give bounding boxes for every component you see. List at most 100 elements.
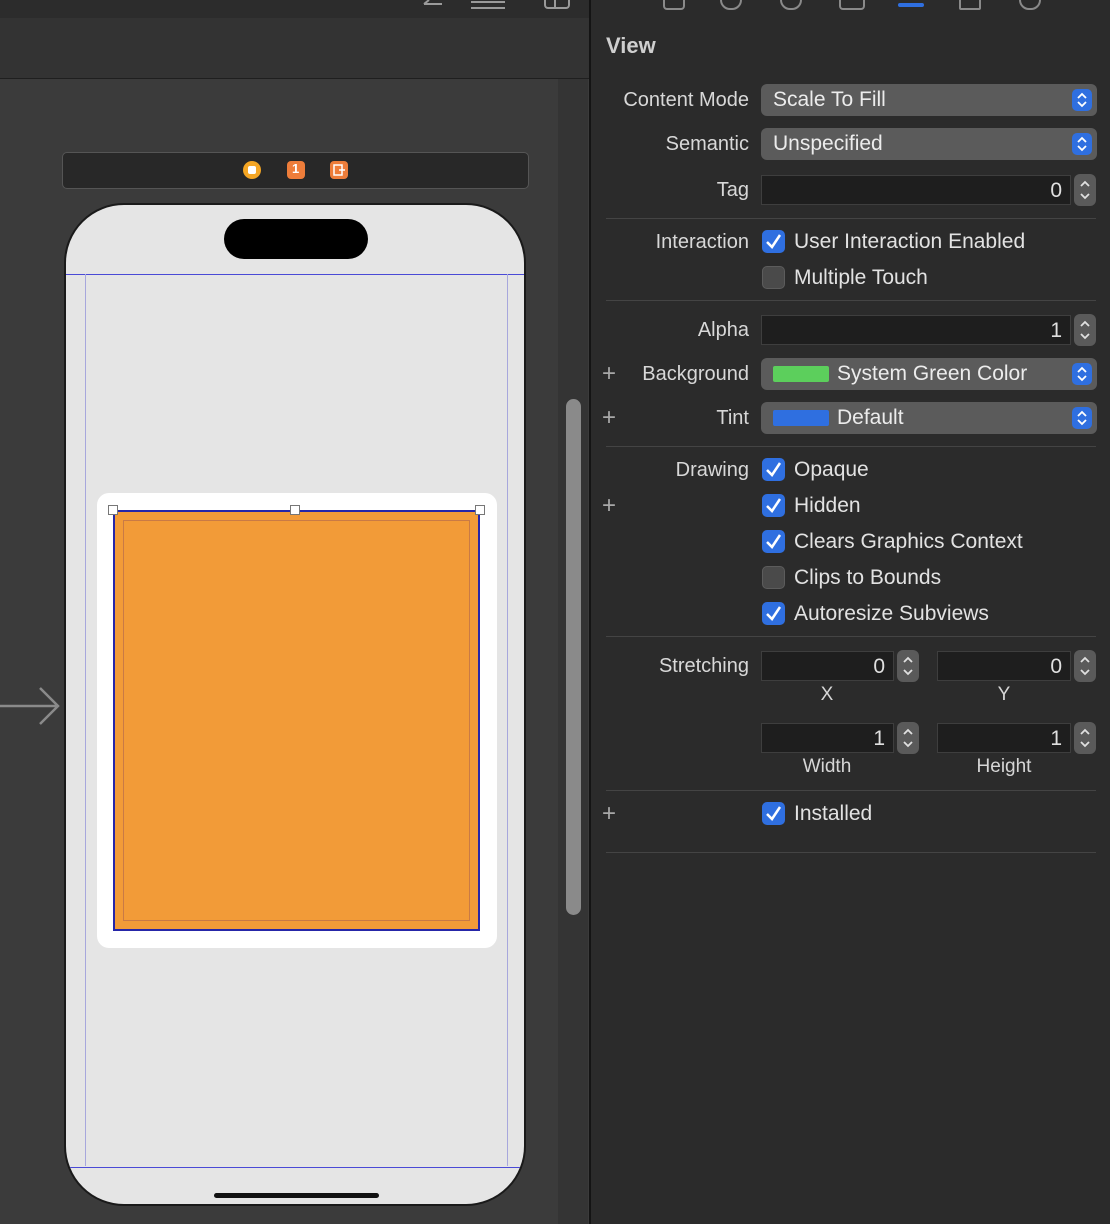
stretching-height-field[interactable]: 1 [937, 723, 1071, 753]
divider [606, 790, 1096, 791]
trailing-margin-guide [507, 274, 508, 1166]
chevron-updown-icon [1072, 363, 1092, 385]
tint-color-popup[interactable]: Default [761, 402, 1097, 434]
divider [606, 446, 1096, 447]
semantic-label: Semantic [665, 133, 749, 155]
canvas-header-bar [0, 18, 589, 79]
stretching-x-field[interactable]: 0 [761, 651, 894, 681]
alpha-label: Alpha [697, 319, 749, 341]
tint-color-swatch [773, 410, 829, 426]
tag-field[interactable]: 0 [761, 175, 1071, 205]
stretching-x-caption: X [820, 684, 834, 705]
clips-to-bounds-checkbox[interactable] [762, 566, 785, 589]
drawing-label: Drawing [675, 459, 749, 481]
background-color-swatch [773, 366, 829, 382]
attributes-icon[interactable] [898, 3, 924, 7]
panel-icon[interactable] [543, 0, 571, 14]
section-title: View [606, 33, 656, 58]
scrollbar-thumb[interactable] [566, 399, 581, 915]
stretching-y-field[interactable]: 0 [937, 651, 1071, 681]
resize-handle-top[interactable] [290, 505, 300, 515]
clears-graphics-context-checkbox[interactable] [762, 530, 785, 553]
iphone-scene[interactable] [64, 203, 526, 1206]
divider [606, 300, 1096, 301]
stretching-width-value: 1 [873, 727, 885, 750]
stretching-x-value: 0 [873, 655, 885, 678]
stretching-x-stepper[interactable] [897, 650, 919, 682]
content-mode-popup[interactable]: Scale To Fill [761, 84, 1097, 116]
chevron-updown-icon [1072, 407, 1092, 429]
alpha-field[interactable]: 1 [761, 315, 1071, 345]
background-color-popup[interactable]: System Green Color [761, 358, 1097, 390]
stretching-height-caption: Height [976, 756, 1032, 777]
storyboard-canvas[interactable]: 1 [0, 0, 589, 1224]
exit-icon[interactable] [330, 161, 348, 179]
alpha-value: 1 [1050, 319, 1062, 342]
background-color-value: System Green Color [837, 362, 1028, 385]
user-interaction-label: User Interaction Enabled [794, 230, 1026, 253]
interaction-label: Interaction [655, 231, 749, 253]
identity-icon[interactable] [839, 0, 865, 10]
file-icon[interactable] [663, 0, 685, 10]
divider [606, 852, 1096, 853]
inspector-tab-bar [591, 0, 1110, 14]
stretching-label: Stretching [658, 655, 749, 677]
resize-handle-top-right[interactable] [475, 505, 485, 515]
hidden-label: Hidden [794, 494, 861, 517]
clips-to-bounds-label: Clips to Bounds [794, 566, 942, 589]
size-icon[interactable] [959, 0, 981, 10]
opaque-label: Opaque [794, 458, 869, 481]
stretching-y-caption: Y [997, 684, 1011, 705]
stretching-width-stepper[interactable] [897, 722, 919, 754]
tint-color-value: Default [837, 406, 904, 429]
back-arrow-icon[interactable] [420, 0, 446, 14]
tag-value: 0 [1050, 179, 1062, 202]
lines-icon[interactable] [470, 0, 506, 14]
stretching-height-stepper[interactable] [1074, 722, 1096, 754]
selected-orange-view[interactable] [113, 510, 480, 931]
attributes-inspector: View Content Mode Scale To Fill Semantic… [589, 0, 1110, 1224]
chevron-updown-icon [1072, 89, 1092, 111]
tag-label: Tag [716, 179, 749, 201]
history-icon[interactable] [720, 0, 742, 10]
hidden-checkbox[interactable] [762, 494, 785, 517]
tint-label: Tint [716, 407, 749, 429]
connections-icon[interactable] [1019, 0, 1041, 10]
semantic-value: Unspecified [773, 132, 883, 155]
resize-handle-top-left[interactable] [108, 505, 118, 515]
add-variation-tint-icon[interactable]: + [602, 406, 616, 430]
alpha-stepper[interactable] [1074, 314, 1096, 346]
multiple-touch-checkbox[interactable] [762, 266, 785, 289]
add-variation-installed-icon[interactable]: + [602, 802, 616, 826]
divider [606, 636, 1096, 637]
add-variation-hidden-icon[interactable]: + [602, 494, 616, 518]
stretching-height-value: 1 [1050, 727, 1062, 750]
user-interaction-checkbox[interactable] [762, 230, 785, 253]
orange-view-layout-margins [123, 520, 470, 921]
installed-checkbox[interactable] [762, 802, 785, 825]
stretching-width-caption: Width [802, 756, 852, 777]
home-indicator [214, 1193, 379, 1198]
view-controller-icon[interactable] [243, 161, 261, 179]
editor-toolbar [0, 0, 589, 18]
multiple-touch-label: Multiple Touch [794, 266, 928, 289]
stretching-width-field[interactable]: 1 [761, 723, 894, 753]
chevron-updown-icon [1072, 133, 1092, 155]
content-mode-value: Scale To Fill [773, 88, 886, 111]
tag-stepper[interactable] [1074, 174, 1096, 206]
stretching-y-stepper[interactable] [1074, 650, 1096, 682]
add-variation-background-icon[interactable]: + [602, 362, 616, 386]
first-responder-icon[interactable]: 1 [287, 161, 305, 179]
semantic-popup[interactable]: Unspecified [761, 128, 1097, 160]
autoresize-subviews-label: Autoresize Subviews [794, 602, 989, 625]
content-mode-label: Content Mode [623, 89, 749, 111]
help-icon[interactable] [780, 0, 802, 10]
autoresize-subviews-checkbox[interactable] [762, 602, 785, 625]
divider [606, 218, 1096, 219]
opaque-checkbox[interactable] [762, 458, 785, 481]
stretching-y-value: 0 [1050, 655, 1062, 678]
dynamic-island [224, 219, 368, 259]
installed-label: Installed [794, 802, 873, 825]
leading-margin-guide [85, 274, 86, 1166]
entry-point-arrow-icon[interactable] [0, 686, 62, 726]
